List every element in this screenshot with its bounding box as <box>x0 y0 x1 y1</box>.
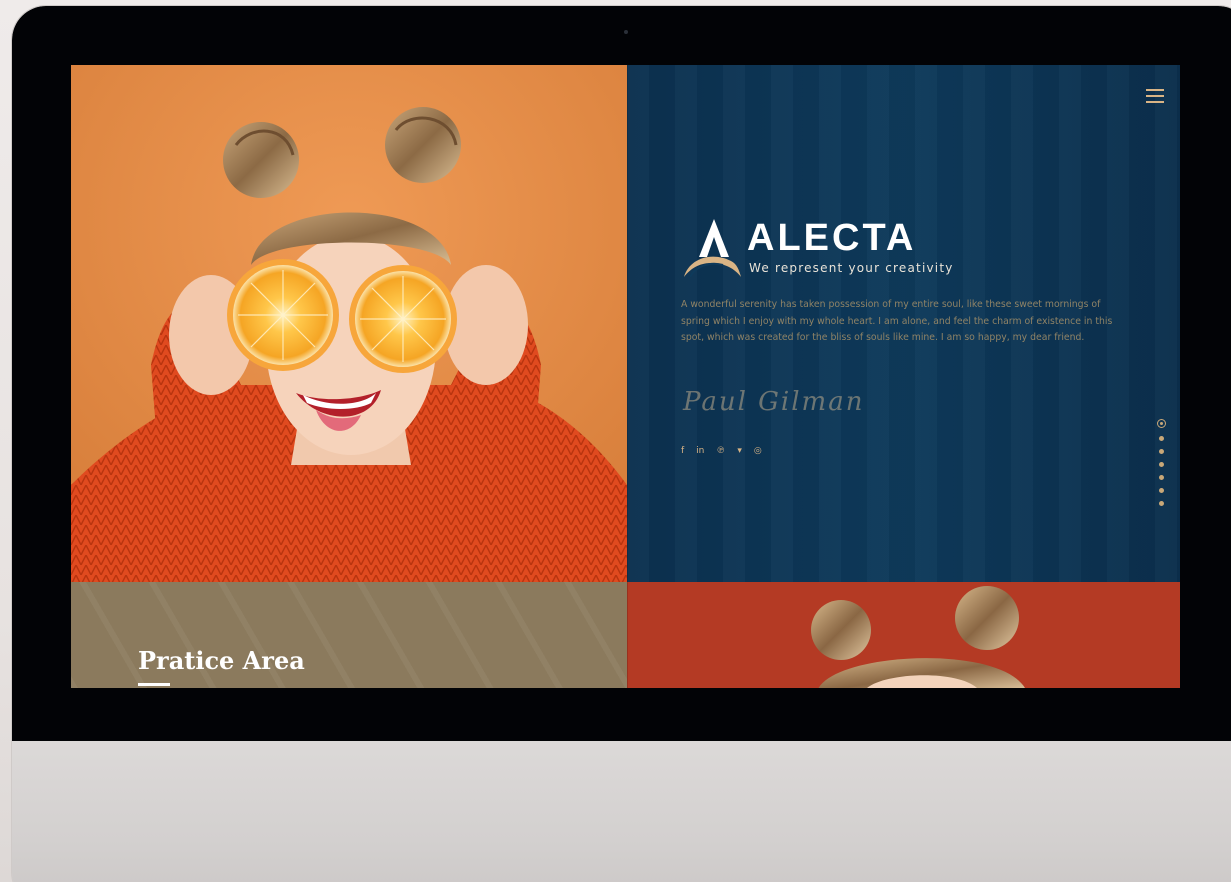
twitter-icon[interactable]: ▾ <box>737 447 742 456</box>
brand-logo[interactable]: ALECTA We represent your creativity <box>681 215 981 285</box>
alecta-logo-mark-icon <box>684 219 741 278</box>
signature: Paul Gilman <box>683 387 865 417</box>
monitor: ALECTA We represent your creativity A wo… <box>12 6 1231 882</box>
social-links: f in ℗ ▾ ◎ <box>681 447 762 456</box>
hero-photo <box>71 65 627 582</box>
website-screen: ALECTA We represent your creativity A wo… <box>71 65 1180 688</box>
slide-pagination <box>1157 419 1166 506</box>
pagination-dot[interactable] <box>1159 501 1164 506</box>
panel-divider <box>627 65 628 688</box>
brand-tagline: We represent your creativity <box>749 261 954 275</box>
scene: ALECTA We represent your creativity A wo… <box>0 0 1231 882</box>
practice-title-underline <box>138 683 170 686</box>
pagination-dot[interactable] <box>1159 449 1164 454</box>
monitor-bezel: ALECTA We represent your creativity A wo… <box>12 6 1231 741</box>
brand-name: ALECTA <box>747 217 917 259</box>
intro-paragraph: A wonderful serenity has taken possessio… <box>681 299 1113 343</box>
brand-panel: ALECTA We represent your creativity A wo… <box>627 65 1180 582</box>
linkedin-icon[interactable]: in <box>696 447 704 456</box>
pagination-dot[interactable] <box>1159 475 1164 480</box>
secondary-photo <box>627 582 1180 688</box>
hamburger-menu-icon[interactable] <box>1146 89 1164 103</box>
hero-photo-illustration <box>71 65 627 582</box>
camera-dot <box>624 30 628 34</box>
pagination-dot[interactable] <box>1159 462 1164 467</box>
practice-area-title: Pratice Area <box>138 646 305 675</box>
pinterest-icon[interactable]: ℗ <box>716 447 725 456</box>
practice-area-section: Pratice Area <box>71 582 627 688</box>
pagination-dot[interactable] <box>1159 436 1164 441</box>
pagination-dot-active[interactable] <box>1157 419 1166 428</box>
monitor-chin <box>12 741 1231 882</box>
instagram-icon[interactable]: ◎ <box>754 447 762 456</box>
pagination-dot[interactable] <box>1159 488 1164 493</box>
secondary-photo-illustration <box>627 582 1180 688</box>
facebook-icon[interactable]: f <box>681 447 684 456</box>
